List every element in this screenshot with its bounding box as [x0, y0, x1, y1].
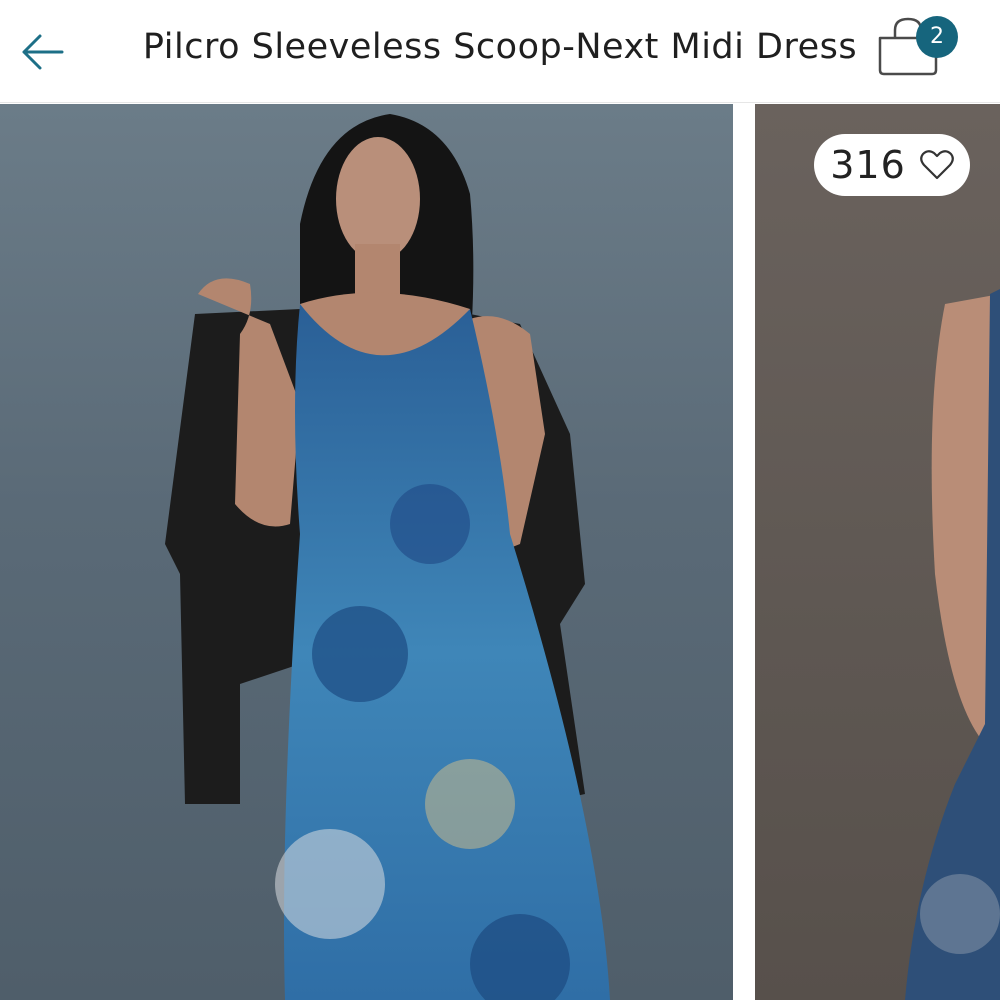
product-image-main[interactable]: [0, 104, 733, 1000]
product-title: Pilcro Sleeveless Scoop-Next Midi Dress: [142, 27, 858, 67]
model-photo-illustration-next: [905, 289, 1000, 1000]
back-button[interactable]: [14, 24, 70, 80]
carousel-gutter: [733, 104, 755, 1000]
model-photo-illustration: [165, 114, 610, 1000]
arrow-left-icon: [22, 34, 64, 70]
bag-count-badge: 2: [916, 16, 958, 58]
like-count: 316: [830, 143, 906, 187]
heart-outline-icon: [919, 150, 954, 180]
like-button[interactable]: 316: [814, 134, 970, 196]
product-image-carousel[interactable]: [0, 104, 1000, 1000]
top-bar: Pilcro Sleeveless Scoop-Next Midi Dress …: [0, 0, 1000, 103]
product-image-next[interactable]: [755, 104, 1000, 1000]
